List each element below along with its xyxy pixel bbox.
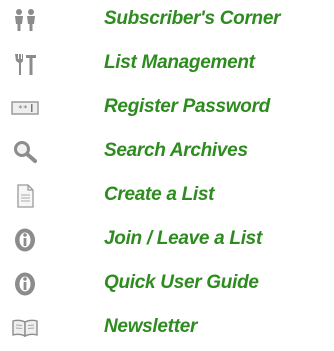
menu-item-label: List Management — [104, 52, 255, 73]
menu-item-label: Register Password — [104, 96, 270, 117]
menu-item-register-password[interactable]: ** Register Password — [0, 88, 334, 132]
menu-item-label: Search Archives — [104, 140, 248, 161]
menu-item-label: Create a List — [104, 184, 215, 205]
document-icon — [10, 181, 40, 211]
join-leave-icon — [10, 225, 40, 255]
menu-item-list-management[interactable]: List Management — [0, 44, 334, 88]
menu-item-join-leave-a-list[interactable]: Join / Leave a List — [0, 220, 334, 264]
menu-item-search-archives[interactable]: Search Archives — [0, 132, 334, 176]
menu-item-label: Quick User Guide — [104, 272, 259, 293]
menu-item-label: Join / Leave a List — [104, 228, 262, 249]
password-field-icon: ** — [10, 93, 40, 123]
people-icon — [10, 5, 40, 35]
open-book-icon — [10, 313, 40, 343]
menu-item-create-a-list[interactable]: Create a List — [0, 176, 334, 220]
menu-item-newsletter[interactable]: Newsletter — [0, 308, 334, 351]
menu-item-quick-user-guide[interactable]: Quick User Guide — [0, 264, 334, 308]
menu-item-label: Newsletter — [104, 316, 198, 337]
svg-text:**: ** — [18, 104, 28, 113]
menu-item-label: Subscriber's Corner — [104, 8, 281, 29]
menu-item-subscribers-corner[interactable]: Subscriber's Corner — [0, 0, 334, 44]
magnifier-icon — [10, 137, 40, 167]
navigation-menu: Subscriber's Corner List Management ** R… — [0, 0, 334, 351]
info-icon — [10, 269, 40, 299]
tools-icon — [10, 49, 40, 79]
